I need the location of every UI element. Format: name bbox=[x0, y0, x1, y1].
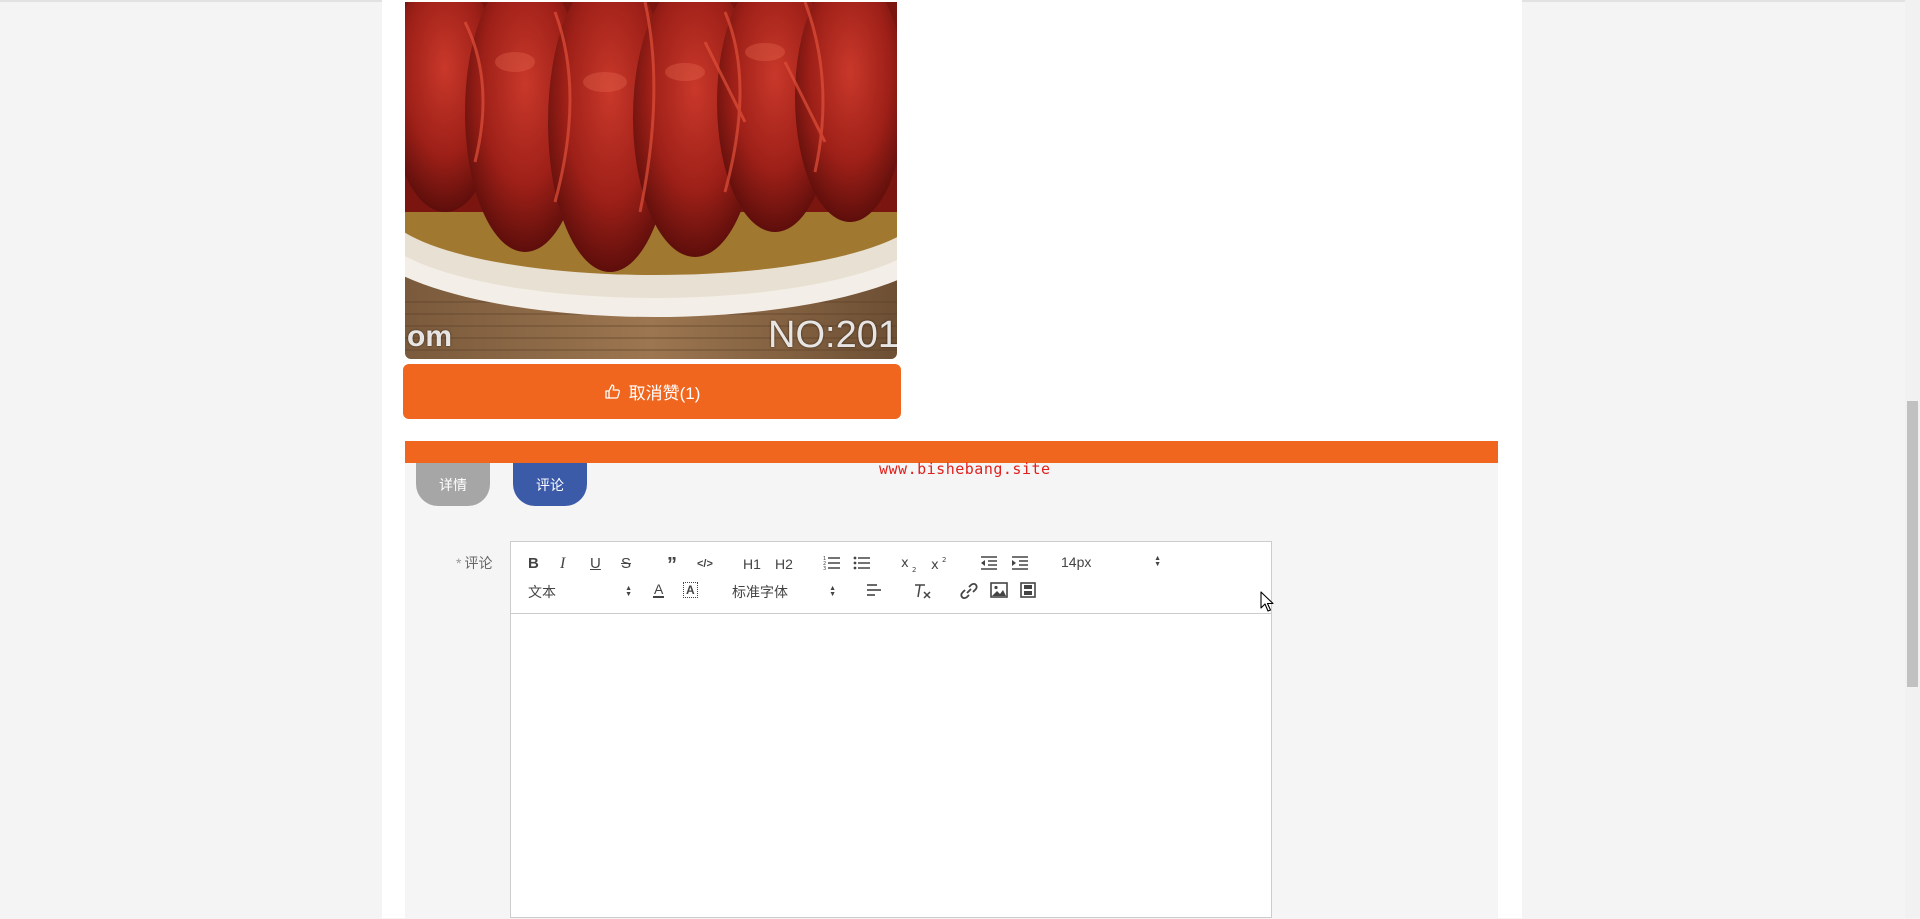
underline-button[interactable]: U bbox=[590, 555, 601, 573]
image-icon bbox=[990, 582, 1008, 598]
bold-button[interactable]: B bbox=[528, 555, 539, 573]
insert-image-button[interactable] bbox=[990, 582, 1008, 598]
font-size-value: 14px bbox=[1061, 554, 1092, 570]
thumbs-up-icon bbox=[604, 383, 621, 400]
superscript-button[interactable]: x2 bbox=[931, 555, 949, 573]
image-watermark-left: om bbox=[407, 320, 452, 353]
outdent-button[interactable] bbox=[980, 555, 998, 571]
unlike-button-label: 取消赞(1) bbox=[628, 384, 701, 403]
svg-text:2: 2 bbox=[912, 566, 916, 573]
subscript-button[interactable]: x2 bbox=[901, 555, 919, 573]
header-select-value: 文本 bbox=[528, 584, 556, 600]
italic-button[interactable]: I bbox=[560, 555, 565, 573]
bullet-list-button[interactable] bbox=[853, 555, 871, 571]
food-image: om NO:201 bbox=[405, 2, 897, 359]
font-size-select[interactable]: 14px ▲ ▼ bbox=[1061, 554, 1161, 570]
svg-text:3: 3 bbox=[823, 566, 826, 571]
svg-text:x: x bbox=[901, 556, 909, 571]
align-left-icon bbox=[867, 584, 881, 596]
scrollbar-thumb[interactable] bbox=[1907, 401, 1918, 687]
header2-button[interactable]: H2 bbox=[775, 555, 793, 573]
indent-icon bbox=[1012, 556, 1028, 570]
background-color-icon: A bbox=[686, 583, 695, 597]
font-family-value: 标准字体 bbox=[732, 584, 788, 600]
subscript-icon: x2 bbox=[901, 556, 916, 573]
select-caret-icon: ▲ ▼ bbox=[1154, 555, 1161, 568]
svg-text:2: 2 bbox=[942, 556, 946, 564]
select-caret-icon: ▲ ▼ bbox=[625, 585, 632, 598]
text-color-icon: A bbox=[654, 581, 664, 597]
insert-video-button[interactable] bbox=[1020, 582, 1036, 598]
ordered-list-icon: 123 bbox=[823, 556, 840, 571]
tab-comments-label: 评论 bbox=[536, 476, 564, 493]
tab-details-label: 详情 bbox=[439, 476, 467, 493]
strike-button[interactable]: S bbox=[621, 555, 631, 573]
indent-button[interactable] bbox=[1011, 555, 1029, 571]
select-caret-icon: ▲ ▼ bbox=[829, 585, 836, 598]
superscript-icon: x2 bbox=[931, 556, 946, 573]
header1-button[interactable]: H1 bbox=[743, 555, 761, 573]
image-watermark-right: NO:201 bbox=[768, 314, 897, 356]
quote-icon: ” bbox=[667, 554, 677, 576]
outdent-icon bbox=[981, 556, 997, 570]
clear-format-button[interactable] bbox=[913, 582, 931, 600]
svg-text:x: x bbox=[931, 558, 939, 573]
align-button[interactable] bbox=[865, 582, 883, 598]
code-block-button[interactable]: </> bbox=[697, 555, 713, 573]
required-mark: * bbox=[456, 555, 462, 571]
insert-link-button[interactable] bbox=[960, 582, 978, 600]
comment-editor-body[interactable] bbox=[511, 614, 1271, 919]
bullet-list-icon bbox=[853, 556, 870, 570]
page-scrollbar[interactable] bbox=[1905, 0, 1920, 918]
font-family-select[interactable]: 标准字体 ▲ ▼ bbox=[732, 582, 836, 602]
site-watermark: www.bishebang.site bbox=[879, 460, 1051, 478]
text-color-button[interactable]: A bbox=[653, 581, 665, 598]
code-icon: </> bbox=[697, 558, 713, 570]
tab-comments[interactable]: 评论 bbox=[513, 463, 587, 506]
tab-details[interactable]: 详情 bbox=[416, 463, 490, 506]
comment-editor: B I U S ” </> H1 H2 123 x2 x2 14px ▲ ▼ 文… bbox=[510, 541, 1272, 918]
link-icon bbox=[960, 582, 978, 600]
background-color-button[interactable]: A bbox=[683, 582, 698, 598]
clear-format-icon bbox=[915, 584, 931, 599]
header-select[interactable]: 文本 ▲ ▼ bbox=[528, 582, 632, 602]
ordered-list-button[interactable]: 123 bbox=[823, 555, 841, 571]
comment-field-label: * 评论 bbox=[456, 553, 492, 573]
blockquote-button[interactable]: ” bbox=[667, 555, 677, 575]
video-icon bbox=[1020, 582, 1036, 598]
editor-toolbar: B I U S ” </> H1 H2 123 x2 x2 14px ▲ ▼ 文… bbox=[511, 542, 1271, 614]
comment-label-text: 评论 bbox=[464, 555, 493, 571]
unlike-button[interactable]: 取消赞(1) bbox=[403, 364, 901, 419]
